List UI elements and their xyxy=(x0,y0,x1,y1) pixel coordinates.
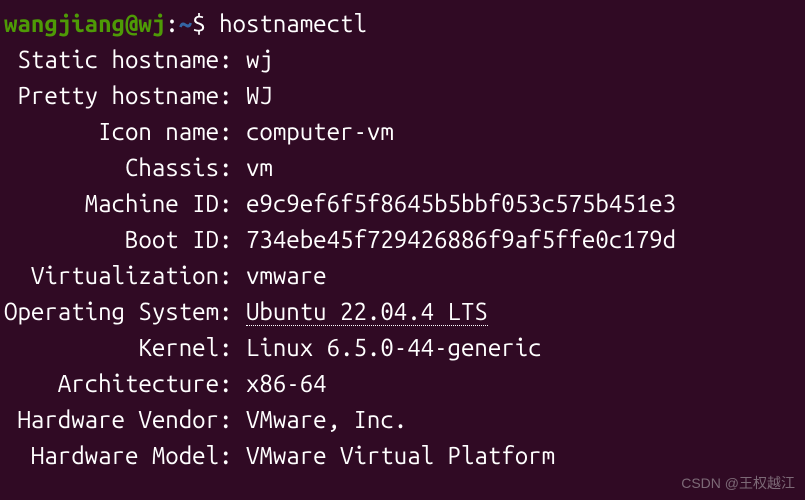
value-machine-id: e9c9ef6f5f8645b5bbf053c575b451e3 xyxy=(246,190,676,217)
label-pretty-hostname: Pretty hostname: xyxy=(4,82,232,109)
value-hardware-vendor: VMware, Inc. xyxy=(246,406,407,433)
output-kernel: Kernel: Linux 6.5.0-44-generic xyxy=(4,330,801,366)
value-kernel: Linux 6.5.0-44-generic xyxy=(246,334,542,361)
label-hardware-model: Hardware Model: xyxy=(4,442,232,469)
prompt-colon: : xyxy=(165,10,178,37)
terminal-prompt-line[interactable]: wangjiang@wj:~$ hostnamectl xyxy=(4,6,801,42)
watermark-text: CSDN @王权越江 xyxy=(681,473,795,494)
command-text: hostnamectl xyxy=(219,10,367,37)
value-operating-system: Ubuntu 22.04.4 LTS xyxy=(246,298,488,326)
label-architecture: Architecture: xyxy=(4,370,232,397)
label-hardware-vendor: Hardware Vendor: xyxy=(4,406,232,433)
label-chassis: Chassis: xyxy=(4,154,232,181)
value-virtualization: vmware xyxy=(246,262,327,289)
output-operating-system: Operating System: Ubuntu 22.04.4 LTS xyxy=(4,294,801,330)
value-pretty-hostname: WJ xyxy=(246,82,273,109)
label-kernel: Kernel: xyxy=(4,334,232,361)
prompt-user-host: wangjiang@wj xyxy=(4,10,165,37)
value-architecture: x86-64 xyxy=(246,370,327,397)
label-static-hostname: Static hostname: xyxy=(4,46,232,73)
output-hardware-model: Hardware Model: VMware Virtual Platform xyxy=(4,438,801,474)
prompt-dollar: $ xyxy=(192,10,219,37)
label-operating-system: Operating System: xyxy=(4,298,232,325)
value-static-hostname: wj xyxy=(246,46,273,73)
label-boot-id: Boot ID: xyxy=(4,226,232,253)
output-static-hostname: Static hostname: wj xyxy=(4,42,801,78)
label-machine-id: Machine ID: xyxy=(4,190,232,217)
value-icon-name: computer-vm xyxy=(246,118,394,145)
output-architecture: Architecture: x86-64 xyxy=(4,366,801,402)
output-hardware-vendor: Hardware Vendor: VMware, Inc. xyxy=(4,402,801,438)
output-chassis: Chassis: vm xyxy=(4,150,801,186)
value-boot-id: 734ebe45f729426886f9af5ffe0c179d xyxy=(246,226,676,253)
label-virtualization: Virtualization: xyxy=(4,262,232,289)
output-icon-name: Icon name: computer-vm xyxy=(4,114,801,150)
value-hardware-model: VMware Virtual Platform xyxy=(246,442,555,469)
output-virtualization: Virtualization: vmware xyxy=(4,258,801,294)
output-machine-id: Machine ID: e9c9ef6f5f8645b5bbf053c575b4… xyxy=(4,186,801,222)
output-pretty-hostname: Pretty hostname: WJ xyxy=(4,78,801,114)
output-boot-id: Boot ID: 734ebe45f729426886f9af5ffe0c179… xyxy=(4,222,801,258)
value-chassis: vm xyxy=(246,154,273,181)
prompt-path: ~ xyxy=(179,10,192,37)
label-icon-name: Icon name: xyxy=(4,118,232,145)
